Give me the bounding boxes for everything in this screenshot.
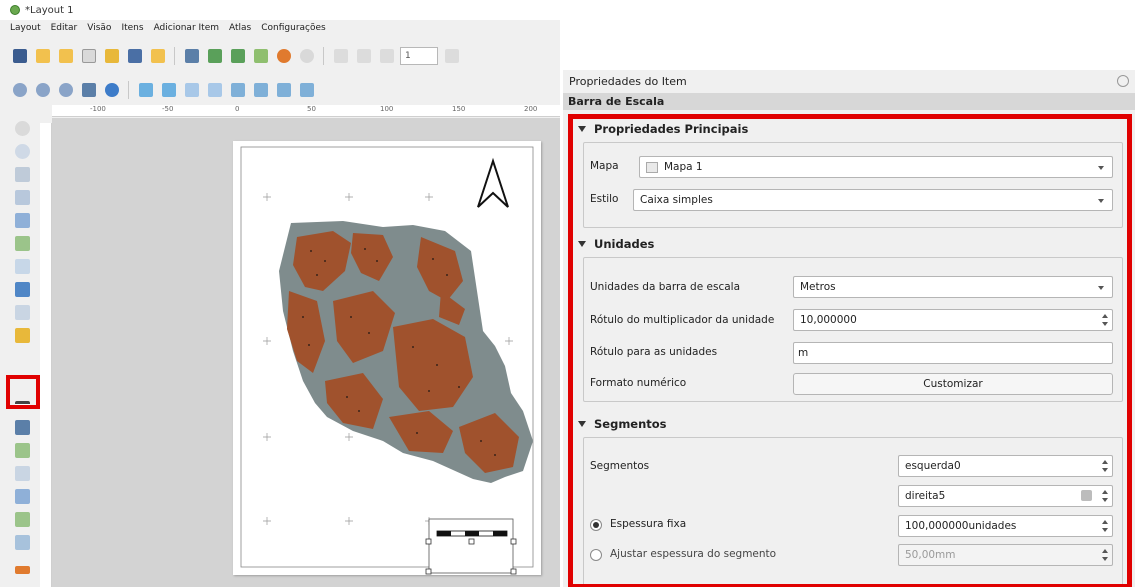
- open-folder-icon[interactable]: [102, 47, 121, 66]
- add-3d-map-icon[interactable]: [12, 256, 32, 276]
- resize-items-icon[interactable]: [297, 81, 316, 100]
- menu-editar[interactable]: Editar: [51, 23, 78, 33]
- panel-title: Propriedades do Item: [569, 74, 687, 88]
- raise-items-icon[interactable]: [228, 81, 247, 100]
- layout-manager-icon[interactable]: [79, 47, 98, 66]
- zoom-in-icon[interactable]: [10, 81, 29, 100]
- menu-adicionar-item[interactable]: Adicionar Item: [154, 23, 219, 33]
- add-attribute-table-icon[interactable]: [12, 532, 32, 552]
- next-feature-icon[interactable]: [442, 47, 461, 66]
- unlock-items-icon[interactable]: [159, 81, 178, 100]
- previous-feature-icon[interactable]: [377, 47, 396, 66]
- zoom-full-icon[interactable]: [79, 81, 98, 100]
- add-map-icon[interactable]: [12, 233, 32, 253]
- ruler-tick: -50: [162, 105, 174, 113]
- print-icon[interactable]: [182, 47, 201, 66]
- move-content-icon[interactable]: [12, 187, 32, 207]
- zoom-actual-icon[interactable]: [56, 81, 75, 100]
- window-titlebar: *Layout 1: [0, 0, 560, 20]
- refresh-icon[interactable]: [102, 81, 121, 100]
- add-picture-icon[interactable]: [12, 279, 32, 299]
- map-item[interactable]: [233, 141, 541, 575]
- layout-page[interactable]: [233, 141, 541, 575]
- scalebar-tool-highlight: [6, 375, 40, 409]
- toolbar-separator: [323, 47, 324, 65]
- new-layout-icon[interactable]: [33, 47, 52, 66]
- menu-layout[interactable]: Layout: [10, 23, 41, 33]
- zoom-out-icon[interactable]: [33, 81, 52, 100]
- ruler-tick: 150: [452, 105, 466, 113]
- lock-items-icon[interactable]: [136, 81, 155, 100]
- horizontal-ruler: -100 -50 0 50 100 150 200: [52, 105, 560, 117]
- add-marker-icon[interactable]: [12, 463, 32, 483]
- page-setup-icon[interactable]: [148, 47, 167, 66]
- undo-icon[interactable]: [274, 47, 293, 66]
- add-shape-icon[interactable]: [12, 440, 32, 460]
- scalebar-item: [425, 518, 517, 575]
- export-image-icon[interactable]: [205, 47, 224, 66]
- menu-configuracoes[interactable]: Configurações: [261, 23, 325, 33]
- toolbar-separator: [128, 81, 129, 99]
- export-pdf-icon[interactable]: [251, 47, 270, 66]
- vertical-ruler: [40, 123, 52, 587]
- menubar: Layout Editar Visão Itens Adicionar Item…: [0, 20, 560, 36]
- ruler-tick: -100: [90, 105, 106, 113]
- layout-toolbar: 1: [10, 42, 461, 70]
- zoom-tool-icon[interactable]: [12, 141, 32, 161]
- group-items-icon[interactable]: [182, 81, 201, 100]
- add-arrow-icon[interactable]: [12, 486, 32, 506]
- add-html-icon[interactable]: [12, 560, 32, 580]
- ruler-tick: 200: [524, 105, 538, 113]
- menu-atlas[interactable]: Atlas: [229, 23, 251, 33]
- menu-visao[interactable]: Visão: [87, 23, 111, 33]
- properties-highlight-frame: [568, 114, 1132, 587]
- close-panel-icon[interactable]: [1117, 75, 1129, 87]
- edit-nodes-icon[interactable]: [12, 210, 32, 230]
- save-template-icon[interactable]: [125, 47, 144, 66]
- distribute-items-icon[interactable]: [274, 81, 293, 100]
- layout-window: *Layout 1 Layout Editar Visão Itens Adic…: [0, 0, 560, 587]
- item-properties-panel: Propriedades do Item Barra de Escala Pro…: [563, 70, 1135, 587]
- page-number-field[interactable]: 1: [400, 47, 438, 65]
- toolbar-separator: [174, 47, 175, 65]
- ruler-tick: 0: [235, 105, 240, 113]
- align-items-icon[interactable]: [251, 81, 270, 100]
- duplicate-layout-icon[interactable]: [56, 47, 75, 66]
- first-feature-icon[interactable]: [354, 47, 373, 66]
- add-text-icon[interactable]: [12, 417, 32, 437]
- redo-icon[interactable]: [297, 47, 316, 66]
- section-title: Barra de Escala: [563, 93, 1135, 110]
- panel-title-bar: Propriedades do Item: [563, 70, 1135, 92]
- ruler-tick: 50: [307, 105, 316, 113]
- export-svg-icon[interactable]: [228, 47, 247, 66]
- window-title: *Layout 1: [25, 4, 74, 16]
- atlas-settings-icon[interactable]: [331, 47, 350, 66]
- add-table-icon[interactable]: [12, 509, 32, 529]
- ungroup-items-icon[interactable]: [205, 81, 224, 100]
- navigation-toolbar: [10, 76, 316, 104]
- ruler-tick: 100: [380, 105, 394, 113]
- pan-icon[interactable]: [12, 118, 32, 138]
- select-move-icon[interactable]: [12, 164, 32, 184]
- add-label-icon[interactable]: [12, 302, 32, 322]
- add-legend-icon[interactable]: [12, 325, 32, 345]
- qgis-logo-icon: [10, 5, 20, 15]
- menu-itens[interactable]: Itens: [121, 23, 143, 33]
- save-icon[interactable]: [10, 47, 29, 66]
